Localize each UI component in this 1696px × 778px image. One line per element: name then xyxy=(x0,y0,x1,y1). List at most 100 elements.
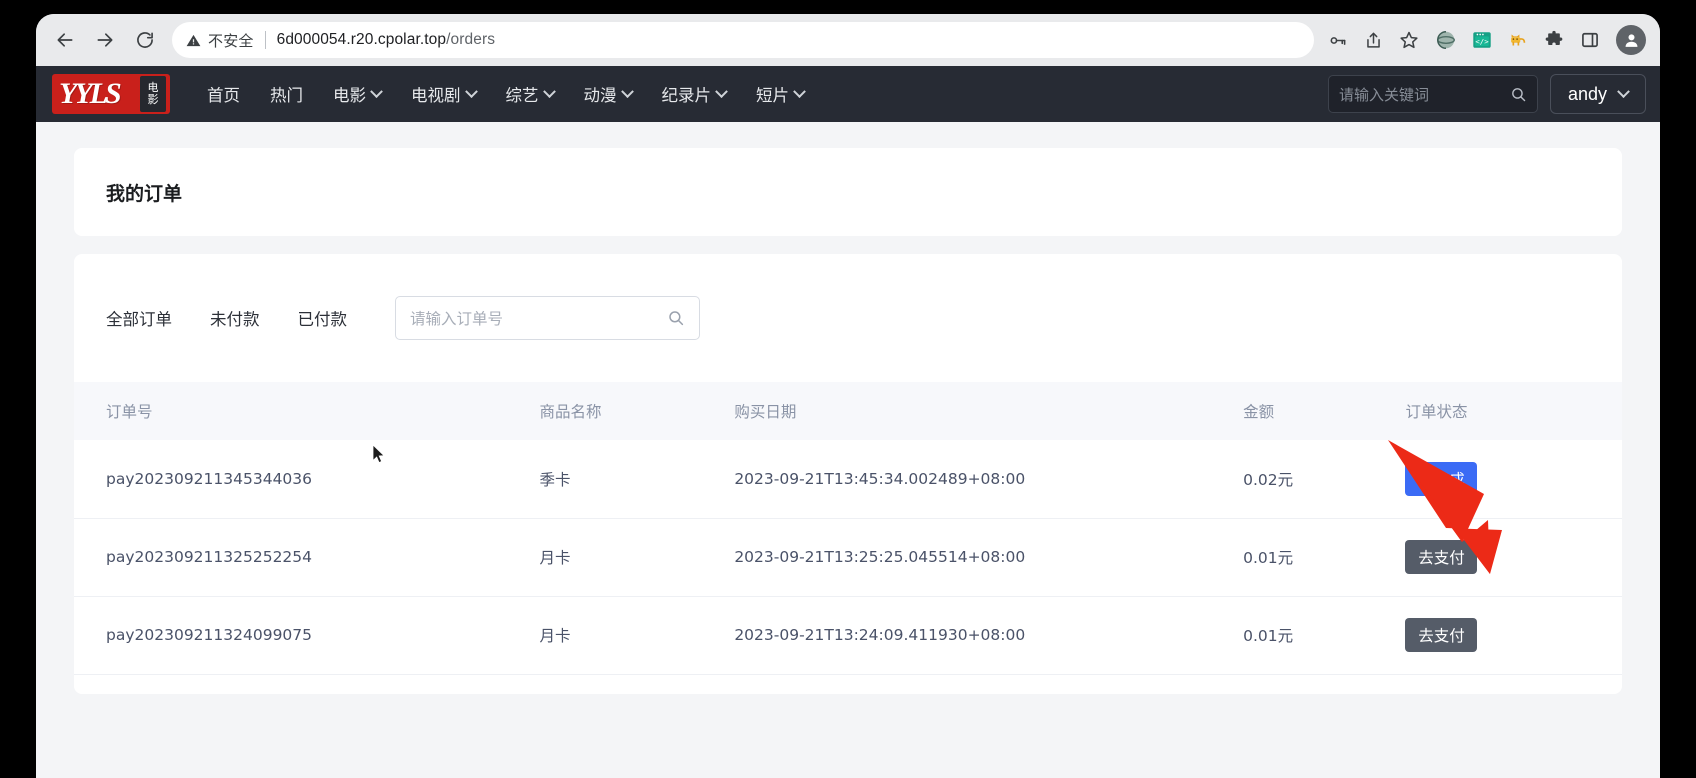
column-header-date: 购买日期 xyxy=(734,403,797,421)
order-search-box[interactable]: 请输入订单号 xyxy=(395,296,700,340)
cat-extension-icon xyxy=(1511,34,1526,46)
orders-filter-bar: 全部订单 未付款 已付款 请输入订单号 xyxy=(74,254,1622,340)
orders-table-body: pay202309211345344036 季卡 2023-09-21T13:4… xyxy=(74,440,1622,675)
back-button[interactable] xyxy=(46,21,84,59)
cell-date: 2023-09-21T13:24:09.411930+08:00 xyxy=(734,596,1244,675)
cell-order-id: pay202309211345344036 xyxy=(74,440,540,519)
nav-label: 综艺 xyxy=(505,86,539,105)
side-panel-button[interactable] xyxy=(1574,24,1606,56)
filter-tab-all[interactable]: 全部订单 xyxy=(106,306,194,330)
puzzle-extension-button[interactable] xyxy=(1538,24,1570,56)
cell-status: 去支付 xyxy=(1405,596,1622,675)
header-right-group: 请输入关键词 andy xyxy=(1328,74,1660,114)
nav-label: 热门 xyxy=(270,86,303,105)
orders-table-head: 订单号 商品名称 购买日期 金额 订单状态 xyxy=(74,382,1622,440)
column-header-order-id: 订单号 xyxy=(106,403,153,421)
cell-product: 季卡 xyxy=(539,440,735,519)
nav-item-variety[interactable]: 综艺 xyxy=(491,82,569,106)
status-button-completed[interactable]: 已完成 xyxy=(1405,461,1478,496)
url-host: 6d000054.r20.cpolar.top xyxy=(276,31,447,48)
page-viewport: YYLS 电 影 首页 热门 电影 电视剧 综艺 动漫 纪录片 短片 请输入关键… xyxy=(36,66,1660,778)
cell-status: 去支付 xyxy=(1405,518,1622,597)
forward-button[interactable] xyxy=(86,21,124,59)
sphere-extension-button[interactable] xyxy=(1430,24,1462,56)
nav-item-movies[interactable]: 电影 xyxy=(318,82,396,106)
page-title: 我的订单 xyxy=(106,182,183,205)
main-navigation: 首页 热门 电影 电视剧 综艺 动漫 纪录片 短片 xyxy=(192,82,819,106)
omnibox-divider xyxy=(264,31,266,49)
table-row: pay202309211325252254 月卡 2023-09-21T13:2… xyxy=(74,518,1622,597)
svg-text:</>: </> xyxy=(1475,37,1489,46)
nav-label: 电视剧 xyxy=(411,86,461,105)
site-search-placeholder: 请输入关键词 xyxy=(1339,85,1430,104)
chevron-down-icon xyxy=(715,84,728,98)
site-logo[interactable]: YYLS 电 影 xyxy=(52,74,170,114)
cell-product: 月卡 xyxy=(539,596,735,675)
cell-date: 2023-09-21T13:45:34.002489+08:00 xyxy=(734,440,1244,519)
cell-amount: 0.01元 xyxy=(1243,518,1406,597)
status-button-pay[interactable]: 去支付 xyxy=(1405,540,1478,574)
nav-item-tvseries[interactable]: 电视剧 xyxy=(396,82,491,106)
nav-item-hot[interactable]: 热门 xyxy=(255,82,318,106)
logo-wordmark: YYLS xyxy=(59,77,122,110)
status-button-pay[interactable]: 去支付 xyxy=(1405,618,1478,652)
star-icon xyxy=(1400,31,1418,49)
nav-label: 首页 xyxy=(207,86,240,105)
code-extension-button[interactable]: </> xyxy=(1466,24,1498,56)
chevron-down-icon xyxy=(620,84,634,98)
search-icon xyxy=(1512,87,1526,101)
share-icon xyxy=(1366,32,1380,48)
column-header-product: 商品名称 xyxy=(539,403,602,421)
user-menu-button[interactable]: andy xyxy=(1550,74,1646,114)
nav-item-anime[interactable]: 动漫 xyxy=(569,82,647,106)
sphere-extension-icon xyxy=(1437,31,1455,49)
reload-button[interactable] xyxy=(126,21,164,59)
security-status-label: 不安全 xyxy=(208,32,254,50)
column-header-amount: 金额 xyxy=(1243,403,1275,421)
logo-badge: 电 影 xyxy=(140,76,166,112)
cell-amount: 0.02元 xyxy=(1243,440,1406,519)
site-search-box[interactable]: 请输入关键词 xyxy=(1328,75,1538,113)
filter-tab-paid[interactable]: 已付款 xyxy=(298,306,370,330)
logo-badge-line2: 影 xyxy=(147,93,159,106)
share-button[interactable] xyxy=(1356,23,1390,57)
site-header: YYLS 电 影 首页 热门 电影 电视剧 综艺 动漫 纪录片 短片 请输入关键… xyxy=(36,66,1660,122)
back-arrow-icon xyxy=(57,33,73,47)
filter-tab-unpaid[interactable]: 未付款 xyxy=(210,306,282,330)
cell-product: 月卡 xyxy=(539,518,735,597)
search-icon xyxy=(669,311,684,326)
cell-order-id: pay202309211325252254 xyxy=(74,518,540,597)
bookmark-button[interactable] xyxy=(1392,23,1426,57)
nav-label: 纪录片 xyxy=(661,86,712,105)
url-path: /orders xyxy=(446,31,496,48)
password-key-button[interactable] xyxy=(1320,23,1354,57)
orders-table: 订单号 商品名称 购买日期 金额 订单状态 pay202309211345344… xyxy=(74,382,1622,675)
cell-status: 已完成 xyxy=(1405,440,1622,519)
side-panel-icon xyxy=(1582,32,1598,48)
table-row: pay202309211324099075 月卡 2023-09-21T13:2… xyxy=(74,596,1622,675)
profile-avatar-icon xyxy=(1625,33,1637,47)
chevron-down-icon xyxy=(464,84,478,98)
profile-button[interactable] xyxy=(1616,25,1646,55)
browser-window: 不安全 6d000054.r20.cpolar.top/orders </> Y… xyxy=(36,14,1660,778)
cat-extension-button[interactable] xyxy=(1502,24,1534,56)
page-title-card: 我的订单 xyxy=(74,148,1622,236)
nav-item-documentary[interactable]: 纪录片 xyxy=(647,82,742,106)
table-header-row: 订单号 商品名称 购买日期 金额 订单状态 xyxy=(74,382,1622,440)
not-secure-warning-icon xyxy=(186,33,201,48)
table-row: pay202309211345344036 季卡 2023-09-21T13:4… xyxy=(74,440,1622,519)
url-text: 6d000054.r20.cpolar.top/orders xyxy=(277,31,495,49)
cell-order-id: pay202309211324099075 xyxy=(74,596,540,675)
chevron-down-icon xyxy=(542,84,556,98)
nav-item-home[interactable]: 首页 xyxy=(192,82,255,106)
cell-date: 2023-09-21T13:25:25.045514+08:00 xyxy=(734,518,1244,597)
chevron-down-icon xyxy=(1617,84,1630,98)
nav-label: 动漫 xyxy=(583,86,617,105)
reload-icon xyxy=(137,32,153,48)
column-header-status: 订单状态 xyxy=(1405,403,1468,421)
nav-label: 短片 xyxy=(756,86,789,105)
address-bar[interactable]: 不安全 6d000054.r20.cpolar.top/orders xyxy=(172,22,1314,58)
cell-amount: 0.01元 xyxy=(1243,596,1406,675)
order-search-placeholder: 请输入订单号 xyxy=(410,310,504,328)
nav-item-shortfilm[interactable]: 短片 xyxy=(741,82,819,106)
